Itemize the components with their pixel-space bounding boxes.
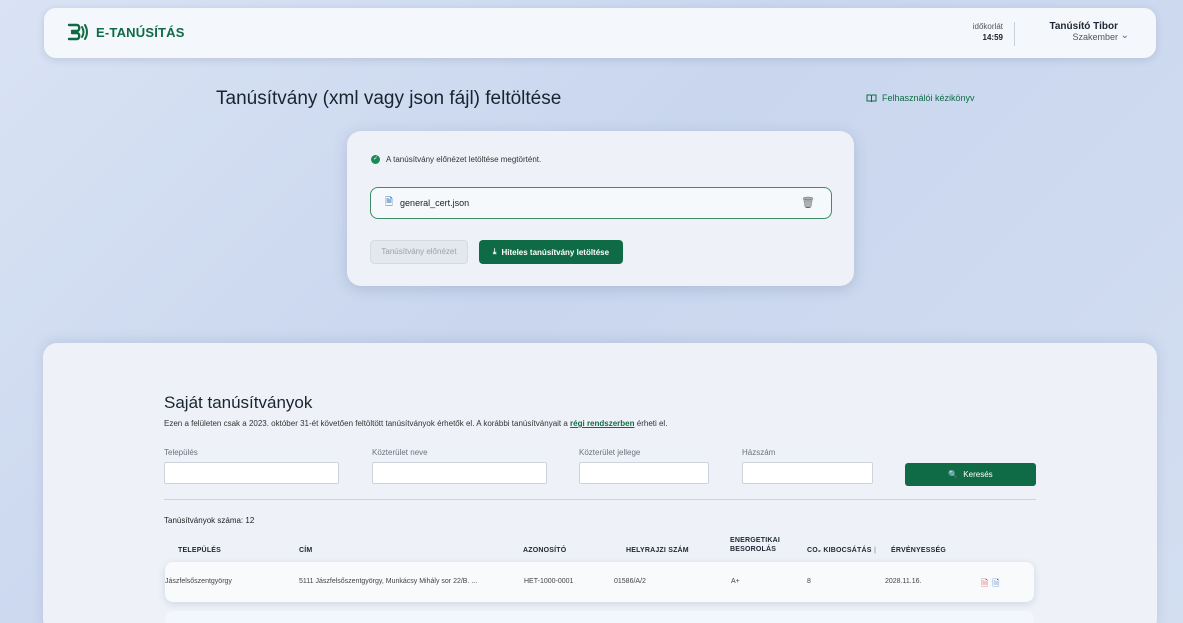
download-label: Hiteles tanúsítvány letöltése <box>501 247 610 257</box>
desc-suffix: érheti el. <box>636 419 668 428</box>
upload-title: Tanúsítvány (xml vagy json fájl) feltölt… <box>216 88 562 109</box>
cell-settlement: Jászfelsőszentgyörgy <box>165 578 232 585</box>
street-name-input[interactable] <box>372 462 547 484</box>
uploaded-file-field[interactable]: 🗎 general_cert.json 🗑 <box>370 187 832 219</box>
table-row[interactable]: Jászfelsőszentgyörgy 5111 Jászfelsőszent… <box>165 562 1034 602</box>
trash-icon[interactable]: 🗑 <box>801 196 815 209</box>
file-icon: 🗎 <box>385 196 394 208</box>
preview-button[interactable]: Tanúsítvány előnézet <box>370 240 468 264</box>
download-icon: ⤓ <box>492 247 497 256</box>
own-certificates-description: Ezen a felületen csak a 2023. október 31… <box>164 419 667 428</box>
download-certificate-button[interactable]: ⤓ Hiteles tanúsítvány letöltése <box>479 240 623 264</box>
cell-energy: A+ <box>731 578 740 585</box>
col-settlement[interactable]: TELEPÜLÉS <box>178 546 221 555</box>
cell-id: HET-1000-0001 <box>524 578 574 585</box>
street-type-label: Közterület jellege <box>579 448 641 457</box>
user-role: Szakember <box>1072 32 1118 42</box>
success-message: ✓ A tanúsítvány előnézet letöltése megtö… <box>371 155 541 164</box>
col-plot-number[interactable]: HELYRAJZI SZÁM <box>626 546 689 555</box>
user-menu[interactable]: Tanúsító Tibor Szakember <box>1049 21 1118 43</box>
col-id[interactable]: AZONOSÍTÓ <box>523 546 566 555</box>
col-validity[interactable]: ÉRVÉNYESSÉG <box>891 546 946 555</box>
search-label: Keresés <box>963 470 993 479</box>
own-certificates-title: Saját tanúsítványok <box>164 393 313 412</box>
divider <box>164 499 1036 500</box>
col-energy-rating[interactable]: ENERGETIKAI BESOROLÁS <box>730 536 780 554</box>
street-name-label: Közterület neve <box>372 448 428 457</box>
user-manual-link[interactable]: Felhasználói kézikönyv <box>866 93 975 103</box>
success-text: A tanúsítvány előnézet letöltése megtört… <box>386 155 542 164</box>
app-logo[interactable]: E-TANÚSÍTÁS <box>66 22 185 42</box>
cell-plot: 01586/A/2 <box>614 578 646 585</box>
top-header: E-TANÚSÍTÁS időkorlát 14:59 Tanúsító Tib… <box>44 8 1156 58</box>
app-name: E-TANÚSÍTÁS <box>96 24 185 40</box>
cell-co2: 8 <box>807 578 811 585</box>
timeout-label: időkorlát <box>972 22 1003 31</box>
col-energy-line1: ENERGETIKAI <box>730 537 781 544</box>
settlement-label: Település <box>164 448 198 457</box>
certificate-count: Tanúsítványok száma: 12 <box>164 516 255 525</box>
logo-icon <box>67 23 88 41</box>
session-timeout: időkorlát 14:59 <box>973 21 1003 43</box>
col-energy-line2: BESOROLÁS <box>730 546 777 553</box>
document-icon[interactable]: 🗎 <box>992 576 999 592</box>
legacy-system-link[interactable]: régi rendszerben <box>570 419 634 428</box>
timeout-value: 14:59 <box>982 33 1003 42</box>
search-button[interactable]: 🔍 Keresés <box>905 463 1036 486</box>
chevron-down-icon[interactable]: ⌄ <box>1121 30 1129 41</box>
settlement-input[interactable] <box>164 462 339 484</box>
house-number-input[interactable] <box>742 462 873 484</box>
pdf-icon[interactable]: 🗎 <box>981 576 988 592</box>
user-name: Tanúsító Tibor <box>1049 21 1118 32</box>
row-actions: 🗎 🗎 <box>981 576 1000 592</box>
sort-divider: | <box>874 547 877 554</box>
col-co2[interactable]: CO₂ KIBOCSÁTÁS <box>807 546 872 555</box>
own-certificates-panel: Saját tanúsítványok Ezen a felületen csa… <box>43 343 1157 623</box>
file-name: general_cert.json <box>400 198 470 208</box>
header-divider <box>1014 22 1015 46</box>
check-circle-icon: ✓ <box>371 155 380 164</box>
street-type-input[interactable] <box>579 462 709 484</box>
cell-address: 5111 Jászfelsőszentgyörgy, Munkácsy Mihá… <box>299 578 478 585</box>
search-icon: 🔍 <box>948 470 959 479</box>
table-row[interactable] <box>165 611 1034 623</box>
book-icon <box>866 94 877 102</box>
desc-prefix: Ezen a felületen csak a 2023. október 31… <box>164 419 568 428</box>
col-address[interactable]: CÍM <box>299 546 312 555</box>
cell-validity: 2028.11.16. <box>885 578 922 585</box>
user-manual-label: Felhasználói kézikönyv <box>882 93 975 103</box>
house-number-label: Házszám <box>742 448 776 457</box>
upload-card: ✓ A tanúsítvány előnézet letöltése megtö… <box>347 131 854 286</box>
